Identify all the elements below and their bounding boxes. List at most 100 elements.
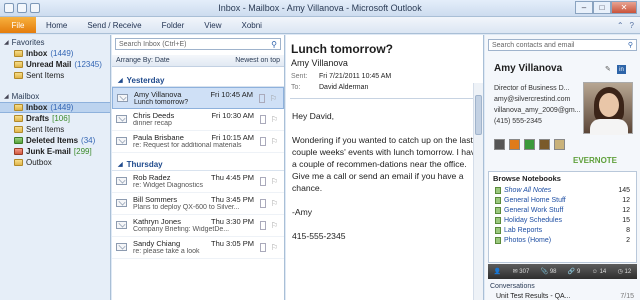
maximize-button[interactable]: □: [593, 1, 611, 14]
collapse-arrow-icon[interactable]: ◢: [118, 161, 123, 168]
flag-icon[interactable]: ⚐: [271, 177, 278, 186]
category-box-icon[interactable]: [260, 137, 266, 146]
list-item[interactable]: Sandy Chiang Thu 3:05 PM re: please take …: [112, 237, 284, 259]
tab-home[interactable]: Home: [36, 17, 77, 33]
category-box-icon[interactable]: [259, 94, 265, 103]
list-item[interactable]: General Home Stuff 12: [489, 195, 636, 205]
list-item[interactable]: Paula Brisbane Fri 10:15 AM re: Request f…: [112, 131, 284, 153]
favorites-item-inbox[interactable]: Inbox (1449): [0, 48, 110, 59]
calendar-tab[interactable]: ◷ 12: [618, 268, 632, 275]
favorites-item-unread-mail[interactable]: Unread Mail (12345): [0, 59, 110, 70]
list-item[interactable]: Amy Villanova Fri 10:45 AM Lunch tomorrow…: [112, 87, 284, 109]
tab-file[interactable]: File: [0, 17, 36, 33]
reading-pane: Lunch tomorrow? Amy Villanova Sent: Fri …: [286, 35, 484, 300]
list-item[interactable]: Lab Reports 8: [489, 225, 636, 235]
app-icon[interactable]: [524, 139, 535, 150]
minimize-button[interactable]: –: [575, 1, 593, 14]
edit-icon[interactable]: ✎: [605, 65, 611, 73]
sort-order-toggle[interactable]: Newest on top: [235, 57, 280, 64]
category-box-icon[interactable]: [260, 177, 266, 186]
mailbox-item-sent-items[interactable]: Sent Items: [0, 124, 110, 135]
tab-folder[interactable]: Folder: [152, 17, 195, 33]
list-item[interactable]: General Work Stuff 12: [489, 205, 636, 215]
app-icon[interactable]: [539, 139, 550, 150]
minimize-ribbon-icon[interactable]: ⌃: [617, 21, 624, 30]
mail-tab[interactable]: ✉ 307: [513, 268, 530, 275]
tab-xobni[interactable]: Xobni: [232, 17, 272, 33]
deleted-folder-icon: [14, 137, 23, 144]
envelope-icon: [116, 137, 127, 145]
contact-email-2[interactable]: villanova_amy_2009@gm...: [494, 107, 581, 114]
envelope-icon: [117, 94, 128, 102]
category-box-icon[interactable]: [260, 115, 266, 124]
links-tab[interactable]: 🔗 9: [568, 268, 580, 275]
contact-title: Director of Business D...: [494, 85, 570, 92]
mailbox-item-drafts[interactable]: Drafts [106]: [0, 113, 110, 124]
close-button[interactable]: ✕: [611, 1, 637, 14]
category-box-icon[interactable]: [260, 243, 266, 252]
list-item[interactable]: Holiday Schedules 15: [489, 215, 636, 225]
ribbon-tabs: File Home Send / Receive Folder View Xob…: [0, 17, 640, 34]
contact-actions: [494, 139, 565, 150]
collapse-arrow-icon[interactable]: ◢: [118, 77, 123, 84]
app-icon[interactable]: [509, 139, 520, 150]
category-box-icon[interactable]: [260, 221, 266, 230]
linkedin-icon[interactable]: in: [617, 65, 626, 74]
window-title: Inbox - Mailbox - Amy Villanova - Micros…: [218, 3, 422, 13]
flag-icon[interactable]: ⚐: [271, 137, 278, 146]
contact-photo: [583, 82, 633, 135]
mailbox-item-outbox[interactable]: Outbox: [0, 157, 110, 168]
flag-icon[interactable]: ⚐: [271, 221, 278, 230]
flag-icon[interactable]: ⚐: [271, 115, 278, 124]
app-icon[interactable]: [554, 139, 565, 150]
person-tab[interactable]: 👤: [494, 268, 501, 275]
people-tab[interactable]: ☺ 14: [592, 269, 606, 275]
contact-phone[interactable]: (415) 555-2345: [494, 118, 542, 125]
message-list-body: ◢ Yesterday Amy Villanova Fri 10:45 AM Lu…: [112, 75, 284, 259]
list-item[interactable]: Photos (Home) 2: [489, 235, 636, 245]
flag-icon[interactable]: ⚐: [271, 243, 278, 252]
arrange-bar: Arrange By: Date Newest on top: [112, 55, 284, 67]
scrollbar-thumb[interactable]: [475, 95, 482, 135]
sent-row: Sent: Fri 7/21/2011 10:45 AM: [291, 73, 392, 80]
mailbox-item-junk-email[interactable]: Junk E-mail [299]: [0, 146, 110, 157]
flag-icon[interactable]: ⚐: [271, 199, 278, 208]
search-icon[interactable]: ⚲: [628, 41, 633, 49]
mailbox-item-deleted-items[interactable]: Deleted Items (34): [0, 135, 110, 146]
group-header-thursday[interactable]: ◢ Thursday: [112, 159, 284, 171]
drafts-folder-icon: [14, 115, 23, 122]
search-icon[interactable]: ⚲: [271, 40, 277, 49]
sent-folder-icon: [14, 126, 23, 133]
list-item[interactable]: Chris Deeds Fri 10:30 AM dinner recap ⚐: [112, 109, 284, 131]
attachments-tab[interactable]: 📎 98: [541, 268, 557, 275]
help-icon[interactable]: ?: [630, 21, 634, 30]
header-divider: [290, 98, 479, 99]
list-item[interactable]: Show All Notes 145: [489, 185, 636, 195]
contact-search-input[interactable]: Search contacts and email ⚲: [488, 39, 637, 51]
list-item[interactable]: Bill Sommers Thu 3:45 PM Plans to deploy …: [112, 193, 284, 215]
junk-folder-icon: [14, 148, 23, 155]
app-icon[interactable]: [494, 139, 505, 150]
envelope-icon: [116, 221, 127, 229]
reading-scrollbar[interactable]: [473, 83, 483, 300]
contact-email-1[interactable]: amy@silvercrestind.com: [494, 96, 570, 103]
conversation-item[interactable]: Unit Test Results - QA... 7/15: [488, 293, 637, 300]
collapse-arrow-icon[interactable]: ◢: [4, 93, 9, 100]
mailbox-header[interactable]: ◢ Mailbox: [0, 89, 110, 102]
envelope-icon: [116, 115, 127, 123]
search-inbox-input[interactable]: Search Inbox (Ctrl+E) ⚲: [115, 38, 281, 50]
arrange-by-dropdown[interactable]: Arrange By: Date: [116, 57, 170, 64]
flag-icon[interactable]: ⚐: [270, 94, 277, 103]
message-sender[interactable]: Amy Villanova: [291, 58, 348, 68]
mailbox-item-inbox[interactable]: Inbox (1449): [0, 102, 110, 113]
tab-view[interactable]: View: [194, 17, 231, 33]
evernote-logo[interactable]: EVERNOTE: [573, 156, 617, 165]
list-item[interactable]: Rob Radez Thu 4:45 PM re: Widget Diagnost…: [112, 171, 284, 193]
collapse-arrow-icon[interactable]: ◢: [4, 39, 9, 46]
favorites-header[interactable]: ◢ Favorites: [0, 35, 110, 48]
tab-send-receive[interactable]: Send / Receive: [77, 17, 151, 33]
list-item[interactable]: Kathryn Jones Thu 3:30 PM Company Briefin…: [112, 215, 284, 237]
group-header-yesterday[interactable]: ◢ Yesterday: [112, 75, 284, 87]
favorites-item-sent-items[interactable]: Sent Items: [0, 70, 110, 81]
category-box-icon[interactable]: [260, 199, 266, 208]
